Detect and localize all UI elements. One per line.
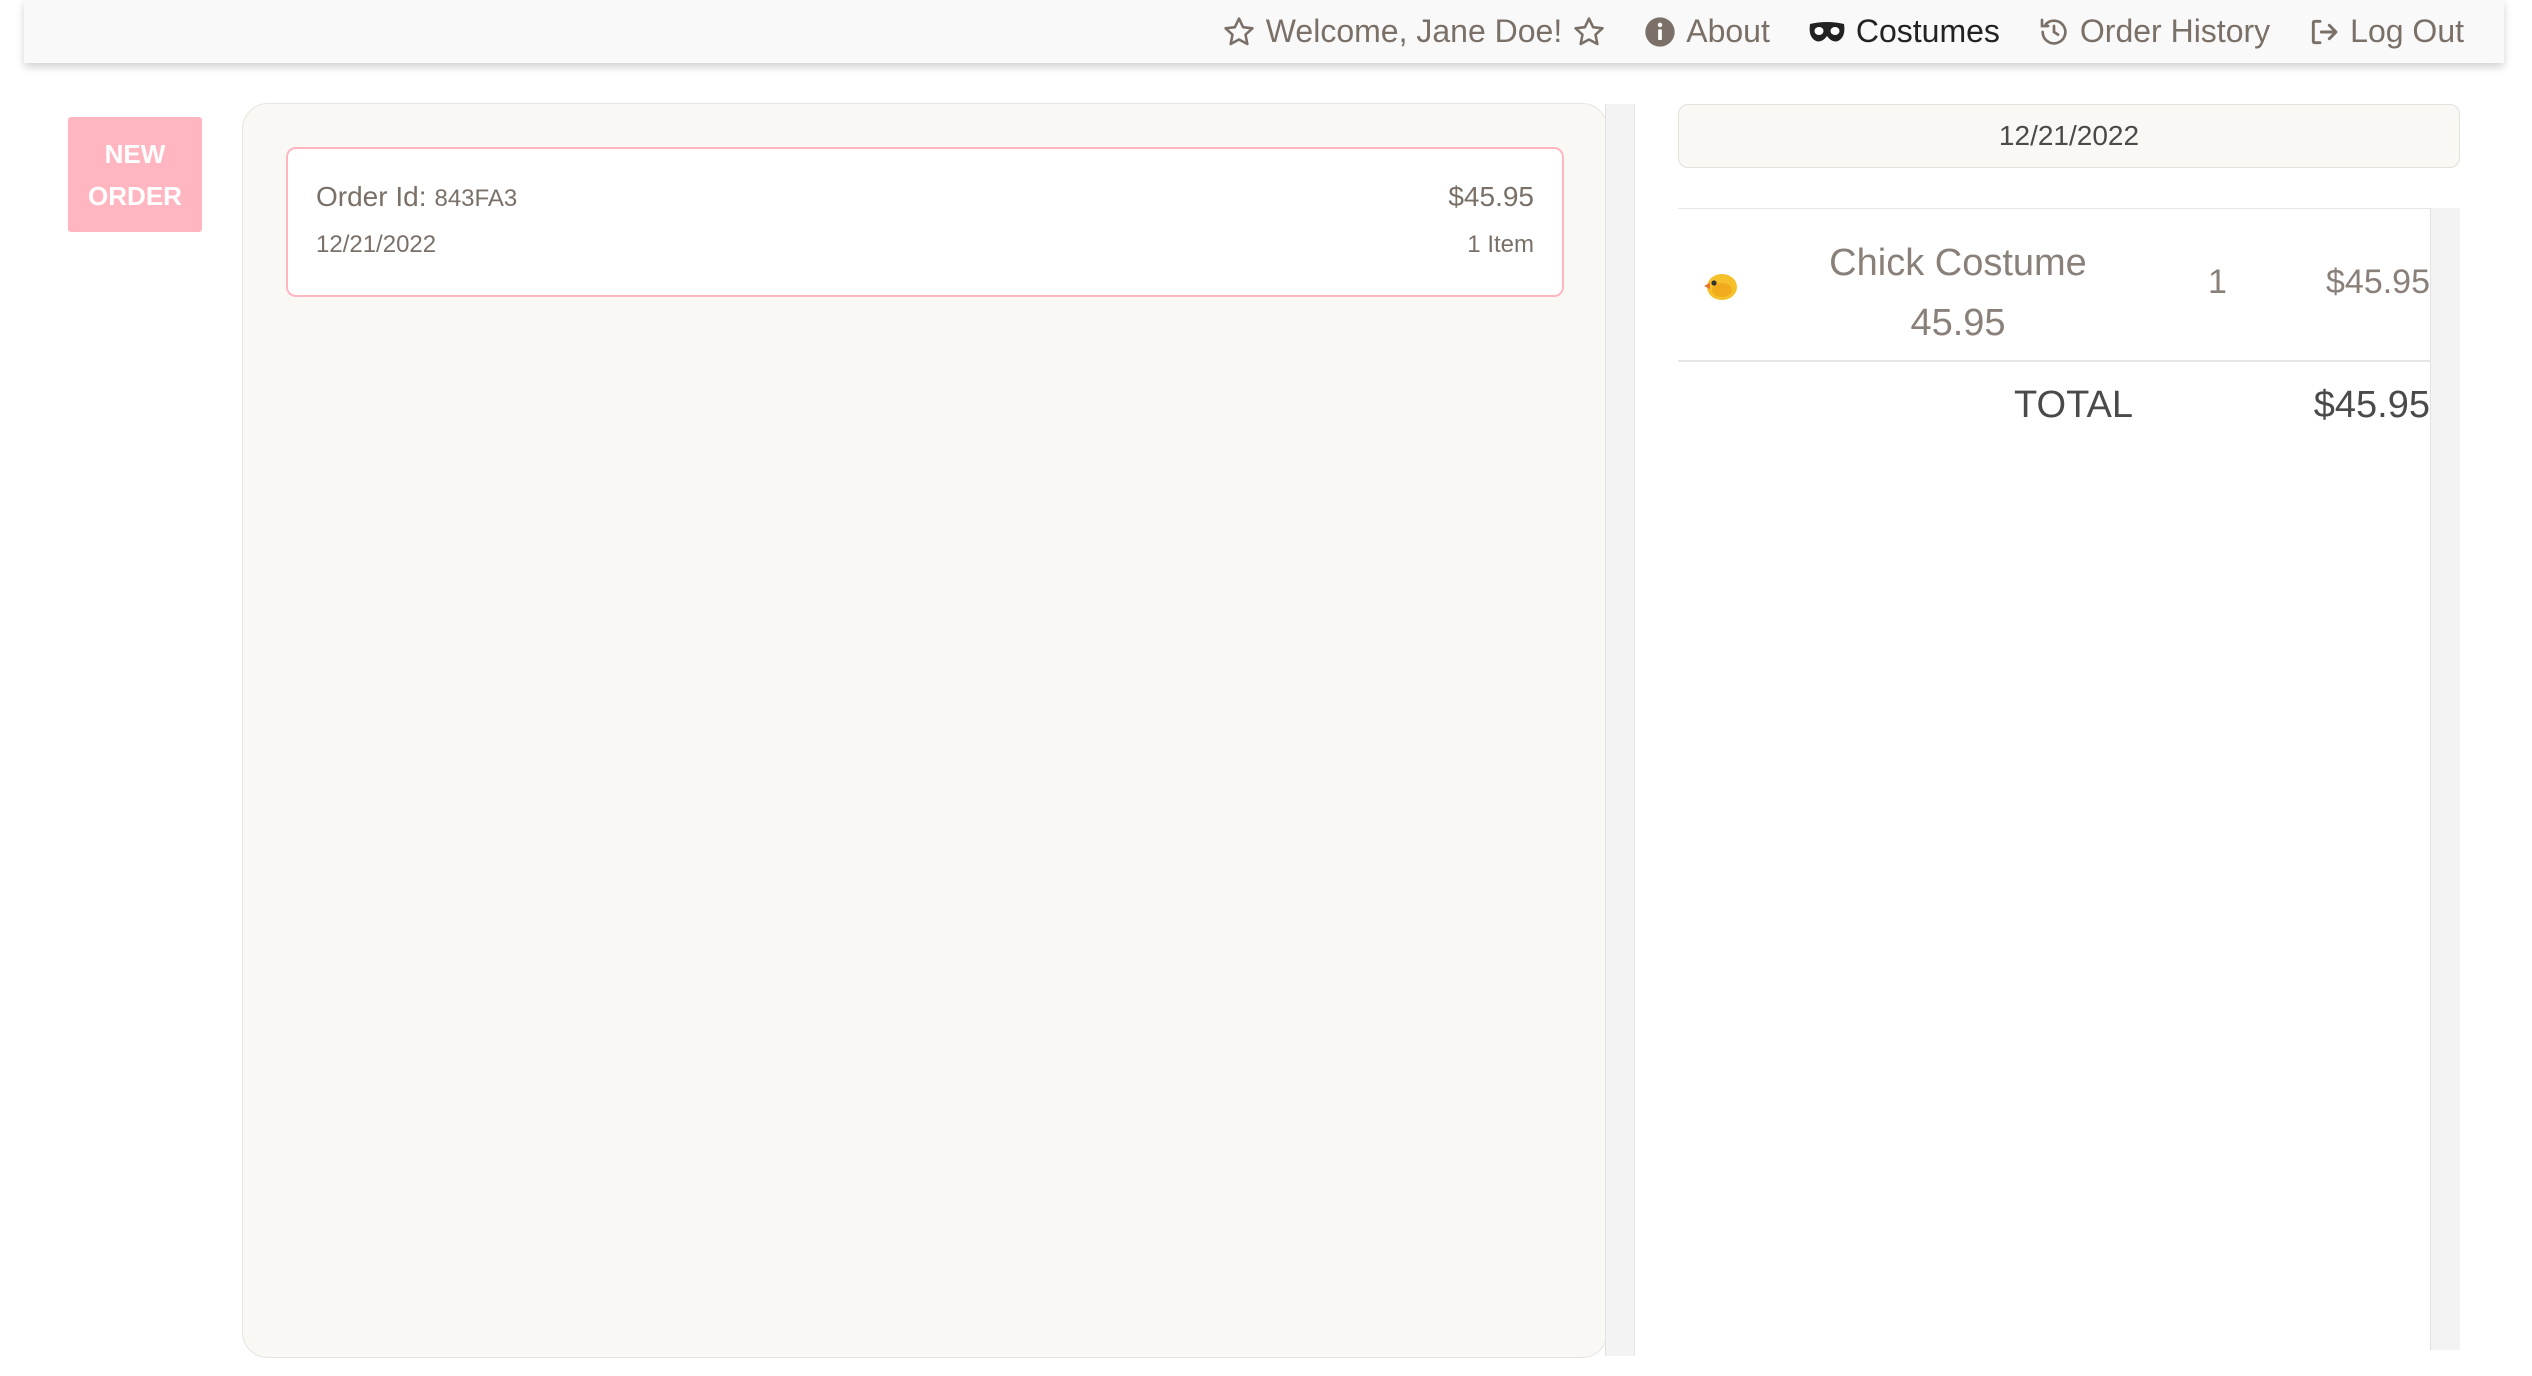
order-total: $45.95 (1448, 181, 1534, 212)
order-detail-panel: Chick Costume 45.95 1 $45.95 TOTAL $45.9… (1678, 208, 2430, 1350)
line-item-name: Chick Costume (1829, 242, 2087, 284)
order-id-value: 843FA3 (434, 185, 518, 212)
order-id-label: Order Id: (316, 181, 427, 212)
order-card[interactable]: Order Id: 843FA3 $45.95 12/21/2022 1 Item (286, 147, 1564, 297)
new-order-button[interactable]: NEW ORDER (68, 117, 202, 232)
nav-order-history-label: Order History (2079, 13, 2271, 49)
nav-logout-label: Log Out (2350, 13, 2464, 49)
order-date: 12/21/2022 (316, 231, 437, 258)
mask-icon (1809, 21, 1845, 41)
line-item-total: $45.95 (2326, 263, 2430, 301)
star-icon (1574, 16, 1604, 45)
line-item-unit-price: 45.95 (1910, 302, 2006, 344)
nav-order-history[interactable]: Order History (2038, 13, 2270, 50)
order-item-count: 1 Item (1467, 231, 1534, 258)
new-order-label-line1: NEW (104, 138, 166, 169)
total-value: $45.95 (2313, 384, 2430, 426)
chick-icon (1704, 274, 1737, 300)
order-detail-date-text: 12/21/2022 (1998, 120, 2140, 151)
nav-about[interactable]: About (1644, 13, 1770, 50)
new-order-label-line2: ORDER (88, 180, 182, 211)
order-id: Order Id: 843FA3 (316, 181, 517, 213)
order-list-scrollbar[interactable] (1605, 104, 1635, 1356)
logout-icon (2312, 19, 2338, 44)
welcome-text: Welcome, Jane Doe! (1265, 13, 1563, 49)
top-navbar: Welcome, Jane Doe! About Costumes Order … (24, 0, 2504, 63)
order-detail-scrollbar[interactable] (2430, 208, 2460, 1350)
line-item: Chick Costume 45.95 1 $45.95 (1678, 208, 2430, 362)
order-detail-date: 12/21/2022 (1678, 104, 2460, 168)
line-item-info: Chick Costume 45.95 (1808, 233, 2108, 353)
nav-costumes-label: Costumes (1855, 13, 2000, 49)
nav-about-label: About (1686, 13, 1770, 49)
history-icon (2040, 18, 2067, 45)
info-icon (1645, 16, 1675, 47)
nav-costumes[interactable]: Costumes (1808, 13, 2000, 50)
line-item-qty: 1 (2208, 263, 2227, 301)
total-label: TOTAL (2014, 384, 2133, 426)
nav-logout[interactable]: Log Out (2308, 13, 2464, 50)
star-icon (1224, 16, 1254, 45)
welcome-message: Welcome, Jane Doe! (1222, 13, 1606, 50)
